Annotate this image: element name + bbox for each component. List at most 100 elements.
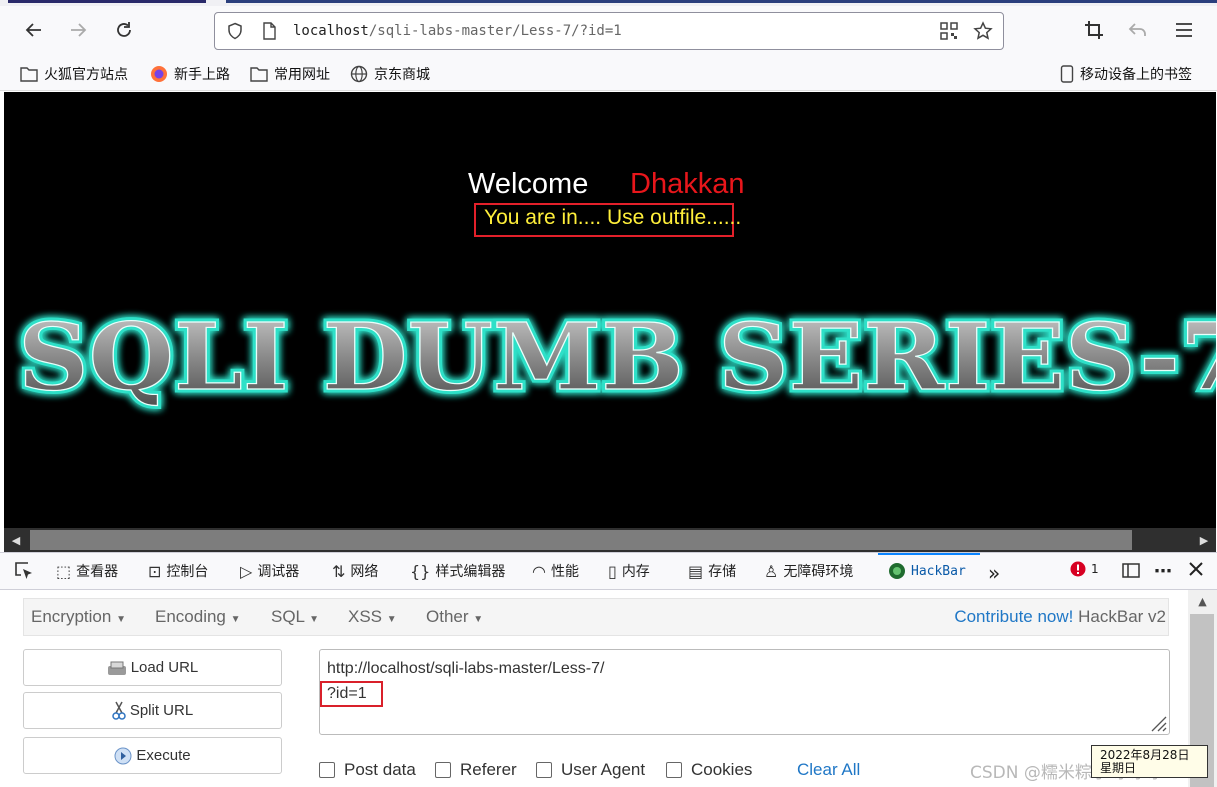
checkbox-label: Referer — [460, 760, 517, 779]
pick-element-icon — [15, 562, 32, 579]
caret-down-icon: ▼ — [473, 614, 484, 625]
tab-label: 样式编辑器 — [435, 564, 506, 580]
scroll-up-icon[interactable]: ▲ — [1188, 590, 1217, 612]
contribute-link[interactable]: Contribute now! — [954, 607, 1073, 626]
caret-down-icon: ▼ — [386, 614, 397, 625]
hackbar-menu: Encryption ▼ Encoding ▼ SQL ▼ XSS ▼ Othe… — [23, 598, 1169, 636]
checkbox-box[interactable] — [536, 762, 552, 778]
close-devtools-button[interactable] — [1188, 561, 1204, 577]
tab-console[interactable]: ⊡ 控制台 — [148, 561, 208, 581]
url-text[interactable]: localhost/sqli-labs-master/Less-7/?id=1 — [293, 23, 622, 39]
tab-style-editor[interactable]: {} 样式编辑器 — [410, 561, 505, 581]
clear-all-link[interactable]: Clear All — [797, 760, 860, 780]
menu-xss[interactable]: XSS ▼ — [348, 607, 397, 627]
forward-button[interactable] — [64, 16, 92, 44]
undo-button[interactable] — [1124, 16, 1152, 44]
horizontal-scrollbar[interactable]: ◀ ▶ — [4, 528, 1216, 552]
back-button[interactable] — [20, 16, 48, 44]
scroll-right-icon[interactable]: ▶ — [1192, 528, 1216, 552]
contribute-text: Contribute now! HackBar v2 — [954, 607, 1166, 627]
execute-button[interactable]: Execute — [23, 737, 282, 774]
element-picker-button[interactable] — [14, 561, 34, 581]
hamburger-icon — [1176, 23, 1192, 37]
tab-label: 存储 — [708, 564, 737, 580]
resize-handle-icon[interactable] — [1149, 714, 1167, 732]
button-label: Execute — [136, 747, 191, 764]
load-url-icon — [107, 661, 126, 675]
address-bar[interactable]: localhost/sqli-labs-master/Less-7/?id=1 — [214, 12, 1004, 50]
user-agent-checkbox[interactable]: User Agent — [536, 760, 645, 780]
page-content: Welcome Dhakkan You are in.... Use outfi… — [4, 92, 1216, 528]
menu-sql[interactable]: SQL ▼ — [271, 607, 319, 627]
menu-encoding[interactable]: Encoding ▼ — [155, 607, 241, 627]
tab-storage[interactable]: ▤ 存储 — [688, 561, 736, 581]
page-icon[interactable] — [259, 21, 279, 41]
globe-icon — [350, 65, 368, 83]
checkbox-box[interactable] — [666, 762, 682, 778]
undo-icon — [1128, 23, 1146, 36]
arrow-left-icon — [25, 23, 41, 37]
accessibility-icon: ♙ — [764, 561, 779, 581]
tab-hackbar[interactable]: HackBar — [878, 553, 980, 591]
storage-icon: ▤ — [688, 561, 704, 581]
tab-accessibility[interactable]: ♙ 无障碍环境 — [764, 561, 853, 581]
checkbox-label: Cookies — [691, 760, 753, 779]
hackbar-version: HackBar v2 — [1078, 607, 1166, 626]
tab-performance[interactable]: ◠ 性能 — [532, 561, 579, 581]
screenshot-button[interactable] — [1080, 16, 1108, 44]
qr-code-icon[interactable] — [939, 21, 959, 41]
mobile-bookmarks[interactable]: 移动设备上的书签 — [1060, 64, 1192, 84]
menu-button[interactable] — [1170, 16, 1198, 44]
network-icon: ⇅ — [332, 561, 346, 581]
url-path: /sqli-labs-master/Less-7/?id=1 — [368, 23, 622, 39]
shield-icon[interactable] — [225, 21, 245, 41]
bookmark-item-common-sites[interactable]: 常用网址 — [250, 64, 330, 84]
url-textarea[interactable]: http://localhost/sqli-labs-master/Less-7… — [319, 649, 1170, 735]
bookmark-item-jd[interactable]: 京东商城 — [350, 64, 430, 84]
reload-button[interactable] — [110, 16, 138, 44]
more-tabs-icon[interactable]: » — [988, 561, 1000, 585]
tab-label: 控制台 — [166, 564, 209, 580]
arrow-right-icon — [71, 23, 87, 37]
checkbox-label: User Agent — [561, 760, 646, 779]
crop-icon — [1085, 21, 1103, 39]
cookies-checkbox[interactable]: Cookies — [666, 760, 752, 780]
devtools-tabbar: ⬚ 查看器 ⊡ 控制台 ▷ 调试器 ⇅ 网络 {} 样式编辑器 ◠ 性能 ▯ 内存 ▤ 存储 ♙… — [0, 552, 1217, 590]
menu-encryption[interactable]: Encryption ▼ — [31, 607, 126, 627]
bookmark-star-icon[interactable] — [973, 21, 993, 41]
tab-label: HackBar — [911, 563, 966, 579]
play-icon — [114, 747, 132, 764]
bookmarks-toolbar: 火狐官方站点 新手上路 常用网址 京东商城 移动设备上的书签 — [0, 56, 1217, 91]
scrollbar-thumb[interactable] — [30, 530, 1132, 550]
inspector-icon: ⬚ — [56, 561, 72, 581]
tab-inspector[interactable]: ⬚ 查看器 — [56, 561, 118, 581]
scroll-left-icon[interactable]: ◀ — [4, 528, 28, 552]
checkbox-box[interactable] — [435, 762, 451, 778]
menu-label: Encryption — [31, 607, 112, 626]
welcome-text: Welcome — [468, 168, 589, 200]
folder-icon — [250, 67, 268, 82]
bookmark-item-getting-started[interactable]: 新手上路 — [150, 64, 230, 84]
load-url-button[interactable]: Load URL — [23, 649, 282, 686]
checkbox-box[interactable] — [319, 762, 335, 778]
hackbar-icon — [889, 563, 905, 579]
tab-label: 网络 — [350, 564, 379, 580]
dock-button[interactable] — [1122, 561, 1140, 579]
console-icon: ⊡ — [148, 561, 162, 581]
tab-debugger[interactable]: ▷ 调试器 — [240, 561, 299, 581]
tab-memory[interactable]: ▯ 内存 — [608, 561, 650, 581]
tab-network[interactable]: ⇅ 网络 — [332, 561, 378, 581]
button-label: Load URL — [130, 659, 199, 676]
menu-other[interactable]: Other ▼ — [426, 607, 483, 627]
error-counter[interactable]: 1 — [1070, 561, 1099, 577]
referer-checkbox[interactable]: Referer — [435, 760, 517, 780]
split-url-button[interactable]: Split URL — [23, 692, 282, 729]
post-data-checkbox[interactable]: Post data — [319, 760, 416, 780]
firefox-icon — [151, 66, 167, 82]
bookmark-label: 常用网址 — [274, 67, 330, 83]
bookmark-label: 京东商城 — [374, 67, 430, 83]
url-host: localhost — [293, 23, 369, 39]
result-message: You are in.... Use outfile...... — [484, 206, 742, 229]
devtools-options-icon[interactable]: ⋯ — [1154, 561, 1172, 582]
bookmark-item-firefox-official[interactable]: 火狐官方站点 — [20, 64, 128, 84]
